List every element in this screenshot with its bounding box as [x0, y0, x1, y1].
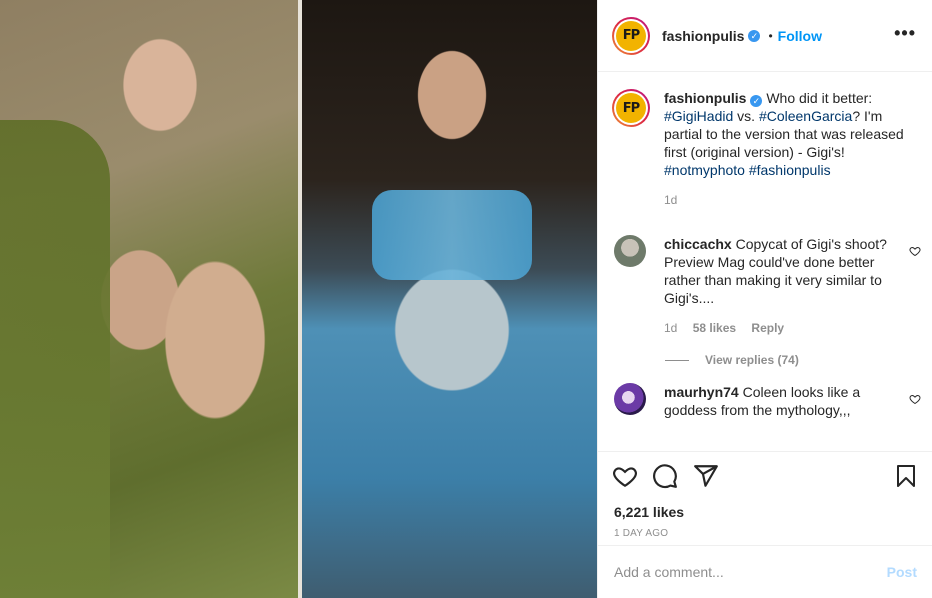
- fp-logo-icon: FP: [616, 93, 646, 123]
- hashtag-link[interactable]: #GigiHadid: [664, 108, 733, 124]
- header-username[interactable]: fashionpulis: [662, 28, 744, 44]
- hashtag-link[interactable]: #ColeenGarcia: [759, 108, 852, 124]
- reply-button[interactable]: Reply: [751, 321, 784, 335]
- post-header: FP fashionpulis ✓ • Follow •••: [598, 0, 932, 72]
- verified-badge-icon: ✓: [748, 29, 761, 42]
- bookmark-icon[interactable]: [894, 463, 918, 489]
- fp-logo-icon: FP: [616, 20, 646, 51]
- left-photo: [0, 0, 300, 598]
- more-options-icon[interactable]: •••: [894, 24, 916, 42]
- commenter-avatar[interactable]: [614, 383, 646, 415]
- post-image[interactable]: [0, 0, 597, 598]
- comment-age[interactable]: 1d: [664, 321, 677, 335]
- comment-item: maurhyn74 Coleen looks like a goddess fr…: [598, 383, 932, 419]
- view-replies-button[interactable]: View replies (74): [665, 353, 932, 367]
- caption-avatar[interactable]: FP: [612, 89, 650, 127]
- follow-button[interactable]: Follow: [778, 28, 822, 44]
- post-comment-button[interactable]: Post: [887, 564, 917, 580]
- comment-bubble-icon[interactable]: [652, 463, 678, 489]
- replies-line: [665, 359, 689, 361]
- comments-section[interactable]: FP fashionpulis ✓ Who did it better: #Gig…: [598, 73, 932, 451]
- verified-badge-icon: ✓: [750, 95, 763, 107]
- caption-text: Who did it better:: [766, 90, 873, 106]
- comment-like-icon[interactable]: [909, 393, 921, 405]
- comment-like-icon[interactable]: [909, 245, 921, 257]
- add-comment-input[interactable]: [614, 564, 887, 580]
- comment-likes[interactable]: 58 likes: [693, 321, 736, 335]
- view-replies-label: View replies (74): [705, 353, 799, 367]
- caption-username[interactable]: fashionpulis: [664, 90, 746, 106]
- profile-avatar[interactable]: FP: [612, 16, 650, 55]
- post-caption: FP fashionpulis ✓ Who did it better: #Gig…: [598, 73, 932, 209]
- separator-dot: •: [768, 28, 773, 43]
- like-heart-icon[interactable]: [612, 463, 638, 489]
- comment-username[interactable]: chiccachx: [664, 236, 732, 252]
- post-timestamp[interactable]: 1 DAY AGO: [614, 528, 932, 539]
- hashtag-link[interactable]: #fashionpulis: [749, 162, 831, 178]
- likes-count[interactable]: 6,221 likes: [614, 504, 932, 520]
- comment-item: chiccachx Copycat of Gigi's shoot? Previ…: [598, 235, 932, 337]
- share-paper-plane-icon[interactable]: [693, 463, 719, 489]
- caption-text: vs.: [733, 108, 759, 124]
- right-photo: [302, 0, 597, 598]
- post-sidebar: FP fashionpulis ✓ • Follow ••• FP fashio…: [597, 0, 932, 598]
- caption-age[interactable]: 1d: [664, 193, 677, 207]
- comment-username[interactable]: maurhyn74: [664, 384, 739, 400]
- commenter-avatar[interactable]: [614, 235, 646, 267]
- add-comment-bar: Post: [598, 545, 932, 598]
- action-bar: 6,221 likes 1 DAY AGO: [598, 451, 932, 545]
- hashtag-link[interactable]: #notmyphoto: [664, 162, 745, 178]
